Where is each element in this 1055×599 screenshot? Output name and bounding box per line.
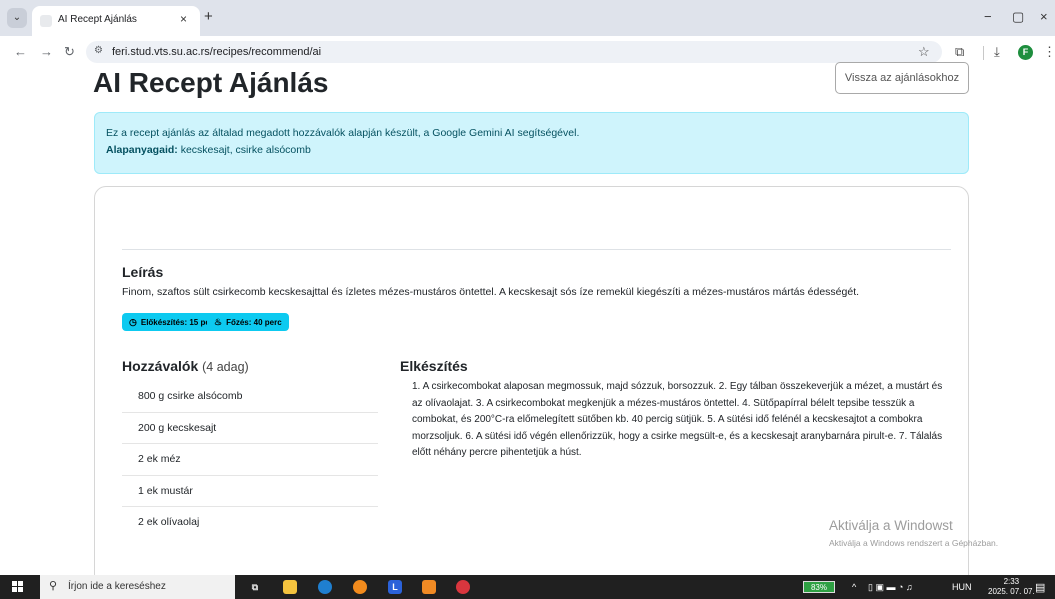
alert-ingredients-label: Alapanyagaid: xyxy=(106,144,178,156)
taskbar-clock[interactable]: 2:33 2025. 07. 07. xyxy=(988,577,1035,597)
new-tab-icon[interactable]: + xyxy=(204,9,213,25)
extensions-icon[interactable]: ⧉ xyxy=(955,44,964,60)
clock-date: 2025. 07. 07. xyxy=(988,587,1035,596)
tray-app-icons[interactable]: ▯ ▣ ▬ ◔ ♫ xyxy=(868,582,913,593)
preparation-heading: Elkészítés xyxy=(400,358,468,374)
forward-icon[interactable]: → xyxy=(40,44,53,60)
ingredients-heading-text: Hozzávalók xyxy=(122,358,199,374)
url-text[interactable]: feri.stud.vts.su.ac.rs/recipes/recommend… xyxy=(112,46,321,58)
site-settings-icon[interactable]: ⚙ xyxy=(94,45,103,56)
cook-time-label: Főzés: 40 perc xyxy=(226,318,282,327)
toolbar-divider xyxy=(983,46,984,60)
clock-icon: ◷ xyxy=(129,317,137,327)
tray-chevron-icon[interactable]: ^ xyxy=(852,582,856,592)
ingredient-item: 2 ek méz xyxy=(122,444,378,476)
browser-tab[interactable]: AI Recept Ajánlás × xyxy=(32,6,200,36)
ingredient-item: 2 ek olívaolaj xyxy=(138,516,200,528)
notification-icon[interactable]: ▤ xyxy=(1035,581,1045,594)
language-indicator[interactable]: HUN xyxy=(952,582,972,592)
page-title: AI Recept Ajánlás xyxy=(93,67,329,98)
description-heading: Leírás xyxy=(122,264,164,280)
file-explorer-icon[interactable] xyxy=(283,580,297,594)
description-text: Finom, szaftos sült csirkecomb kecskesaj… xyxy=(122,286,860,298)
task-view-icon[interactable]: ⧉ xyxy=(248,580,262,594)
tab-close-icon[interactable]: × xyxy=(180,12,187,26)
edge-icon[interactable] xyxy=(318,580,332,594)
ingredients-heading: Hozzávalók (4 adag) xyxy=(122,358,249,374)
xampp-icon[interactable] xyxy=(422,580,436,594)
info-alert: Ez a recept ajánlás az általad megadott … xyxy=(94,112,969,174)
tab-title: AI Recept Ajánlás xyxy=(58,14,137,25)
battery-indicator[interactable]: 83% xyxy=(803,581,835,593)
app-red-icon[interactable] xyxy=(456,580,470,594)
activation-watermark: Aktiválja a Windowst xyxy=(829,518,953,533)
portions-label: (4 adag) xyxy=(202,360,249,374)
star-icon[interactable]: ☆ xyxy=(918,44,930,60)
ingredient-item: 1 ek mustár xyxy=(122,476,378,507)
profile-icon[interactable]: F xyxy=(1018,45,1033,60)
activation-watermark-subtext: Aktiválja a Windows rendszert a Gépházba… xyxy=(829,538,999,548)
preparation-steps: 1. A csirkecombokat alaposan megmossuk, … xyxy=(412,381,943,458)
back-icon[interactable]: ← xyxy=(14,44,27,60)
taskbar-search[interactable]: ⚲ Írjon ide a kereséshez xyxy=(40,575,235,599)
address-bar[interactable]: ⚙ feri.stud.vts.su.ac.rs/recipes/recomme… xyxy=(86,41,942,63)
tab-list-icon[interactable]: ⌄ xyxy=(7,8,27,28)
prep-time-label: Előkészítés: 15 perc xyxy=(140,318,218,327)
alert-text: Ez a recept ajánlás az általad megadott … xyxy=(106,127,580,139)
taskbar-search-placeholder: Írjon ide a kereséshez xyxy=(68,581,166,592)
browser-tab-bar: ⌄ AI Recept Ajánlás × + − ▢ × xyxy=(0,0,1055,36)
windows-taskbar: ⚲ Írjon ide a kereséshez ⧉ L 83% ^ ▯ ▣ ▬… xyxy=(0,575,1055,599)
ingredients-list: 800 g csirke alsócomb 200 g kecskesajt 2… xyxy=(122,381,378,539)
favicon-icon xyxy=(40,15,52,27)
clock-time: 2:33 xyxy=(1003,577,1020,586)
window-close-icon[interactable]: × xyxy=(1040,9,1048,25)
fire-icon: ♨ xyxy=(214,317,223,327)
menu-icon[interactable]: ⋮ xyxy=(1043,44,1055,60)
ingredient-item: 800 g csirke alsócomb xyxy=(122,381,378,413)
maximize-icon[interactable]: ▢ xyxy=(1012,9,1024,25)
ingredient-item: 200 g kecskesajt xyxy=(122,413,378,444)
alert-ingredients-value: kecskesajt, csirke alsócomb xyxy=(180,144,311,156)
back-to-recommendations-button[interactable]: Vissza az ajánlásokhoz xyxy=(835,62,969,94)
download-icon[interactable]: ⤓ xyxy=(994,44,1000,60)
card-divider xyxy=(122,249,951,250)
minimize-icon[interactable]: − xyxy=(984,9,992,25)
reload-icon[interactable]: ↻ xyxy=(64,44,75,60)
cook-time-badge: ♨ Főzés: 40 perc xyxy=(207,313,289,331)
windows-start-icon[interactable] xyxy=(12,581,24,593)
search-icon: ⚲ xyxy=(49,580,58,592)
app-l-icon[interactable]: L xyxy=(388,580,402,594)
alert-ingredients: Alapanyagaid: kecskesajt, csirke alsócom… xyxy=(106,142,957,159)
chrome-icon[interactable] xyxy=(353,580,367,594)
